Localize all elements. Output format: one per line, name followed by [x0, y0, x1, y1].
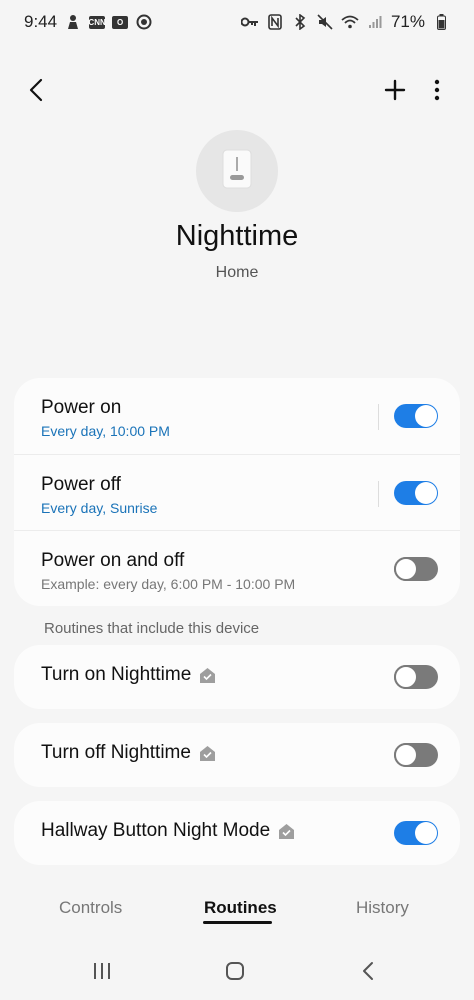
mute-icon [316, 13, 334, 31]
schedule-row-power-on[interactable]: Power on Every day, 10:00 PM [14, 378, 460, 454]
status-right: 71% [240, 12, 450, 32]
tab-history[interactable]: History [356, 898, 409, 918]
routine-card-turn-off[interactable]: Turn off Nighttime [14, 723, 460, 787]
toggle-knob [394, 557, 418, 581]
key-icon [240, 13, 259, 31]
schedule-row-power-on-off[interactable]: Power on and off Example: every day, 6:0… [14, 530, 460, 606]
toggle-knob [394, 743, 418, 767]
routine-card-turn-on[interactable]: Turn on Nighttime [14, 645, 460, 709]
routine-card-hallway[interactable]: Hallway Button Night Mode [14, 801, 460, 865]
back-icon [362, 961, 374, 986]
status-time: 9:44 [24, 12, 58, 31]
routine-title-row: Hallway Button Night Mode [41, 820, 295, 842]
home-badge-icon [278, 823, 295, 840]
toggle-knob [415, 482, 437, 504]
row-divider [378, 404, 379, 430]
add-button[interactable] [375, 70, 415, 114]
tab-routines[interactable]: Routines [204, 898, 277, 918]
active-tab-indicator [203, 921, 272, 924]
status-left: 9:44 CNN O [24, 12, 153, 32]
nfc-icon [266, 13, 284, 31]
tab-bar: Controls Routines History [0, 890, 474, 930]
chevron-left-icon [29, 78, 43, 107]
routine-title-row: Turn on Nighttime [41, 664, 216, 686]
more-vertical-icon [434, 79, 440, 106]
schedule-title: Power off [41, 474, 121, 495]
device-name: Nighttime [175, 220, 299, 252]
row-divider [378, 481, 379, 507]
recents-icon [92, 962, 112, 985]
person-icon [64, 13, 82, 31]
home-button-icon [225, 961, 245, 986]
toggle-knob [394, 665, 418, 689]
top-bar [0, 70, 474, 114]
light-switch-icon [222, 149, 252, 194]
bluetooth-icon [291, 13, 309, 31]
tab-controls[interactable]: Controls [59, 898, 122, 918]
outlook-icon: O [112, 15, 129, 29]
system-nav-bar [0, 950, 474, 996]
schedule-subtitle: Every day, Sunrise [41, 500, 158, 516]
turn-off-nighttime-toggle[interactable] [394, 743, 438, 767]
turn-on-nighttime-toggle[interactable] [394, 665, 438, 689]
schedule-subtitle: Every day, 10:00 PM [41, 423, 170, 439]
toggle-knob [415, 405, 437, 427]
nav-back-button[interactable] [348, 958, 388, 988]
routines-section-label: Routines that include this device [44, 620, 260, 637]
signal-icon [366, 13, 384, 31]
power-on-off-toggle[interactable] [394, 557, 438, 581]
schedules-card: Power on Every day, 10:00 PM Power off E… [14, 378, 460, 606]
plus-icon [384, 79, 406, 106]
wifi-icon [341, 13, 359, 31]
hallway-night-mode-toggle[interactable] [394, 821, 438, 845]
device-location: Home [215, 264, 259, 281]
home-badge-icon [199, 745, 216, 762]
back-button[interactable] [16, 70, 56, 114]
more-options-button[interactable] [417, 70, 457, 114]
routine-title: Turn on Nighttime [41, 664, 192, 685]
power-off-toggle[interactable] [394, 481, 438, 505]
schedule-title: Power on and off [41, 550, 185, 571]
routine-title: Hallway Button Night Mode [41, 820, 271, 841]
cnn-icon: CNN [88, 15, 106, 29]
home-button[interactable] [215, 958, 255, 988]
routine-title: Turn off Nighttime [41, 742, 191, 763]
routine-title-row: Turn off Nighttime [41, 742, 216, 764]
toggle-knob [415, 822, 437, 844]
schedule-row-power-off[interactable]: Power off Every day, Sunrise [14, 454, 460, 530]
target-icon [135, 13, 153, 31]
status-bar: 9:44 CNN O 71% [0, 0, 474, 44]
device-avatar [196, 130, 278, 212]
battery-percent: 71% [390, 12, 425, 31]
home-badge-icon [199, 667, 216, 684]
recents-button[interactable] [82, 958, 122, 988]
schedule-subtitle: Example: every day, 6:00 PM - 10:00 PM [41, 576, 296, 592]
power-on-toggle[interactable] [394, 404, 438, 428]
schedule-title: Power on [41, 397, 122, 418]
battery-icon [432, 13, 450, 31]
